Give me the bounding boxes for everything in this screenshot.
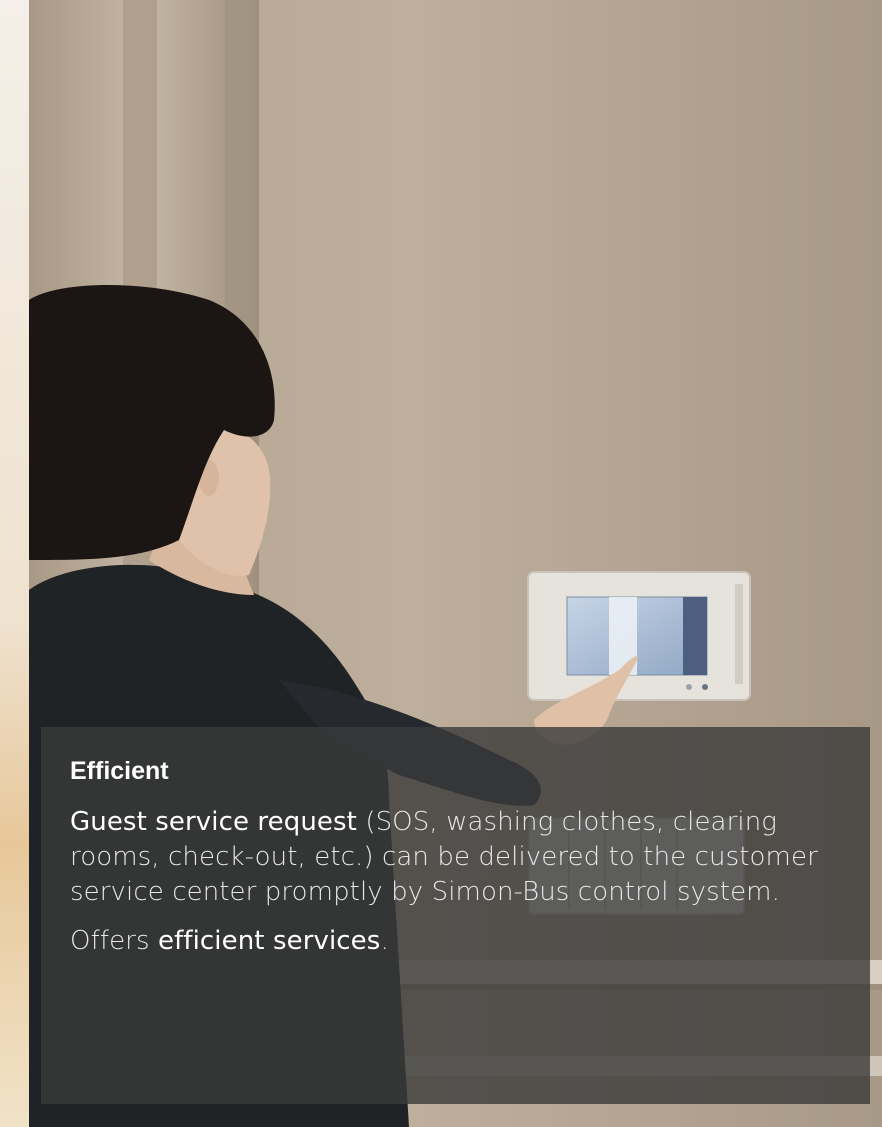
page: Efficient Guest service request (SOS, wa… xyxy=(0,0,882,1127)
overlay-title: Efficient xyxy=(70,757,169,785)
highlight-guest-service-request: Guest service request xyxy=(70,807,357,837)
overlay-paragraph-2: Offers efficient services. xyxy=(70,924,840,959)
info-overlay-card: Efficient Guest service request (SOS, wa… xyxy=(41,727,870,1104)
overlay-paragraph-1: Guest service request (SOS, washing clot… xyxy=(70,805,840,910)
control-panel-device xyxy=(527,571,751,701)
paragraph-2-suffix: . xyxy=(380,926,389,956)
highlight-efficient-services: efficient services xyxy=(157,926,381,956)
left-background-strip xyxy=(0,0,29,1127)
paragraph-2-prefix: Offers xyxy=(70,926,158,956)
